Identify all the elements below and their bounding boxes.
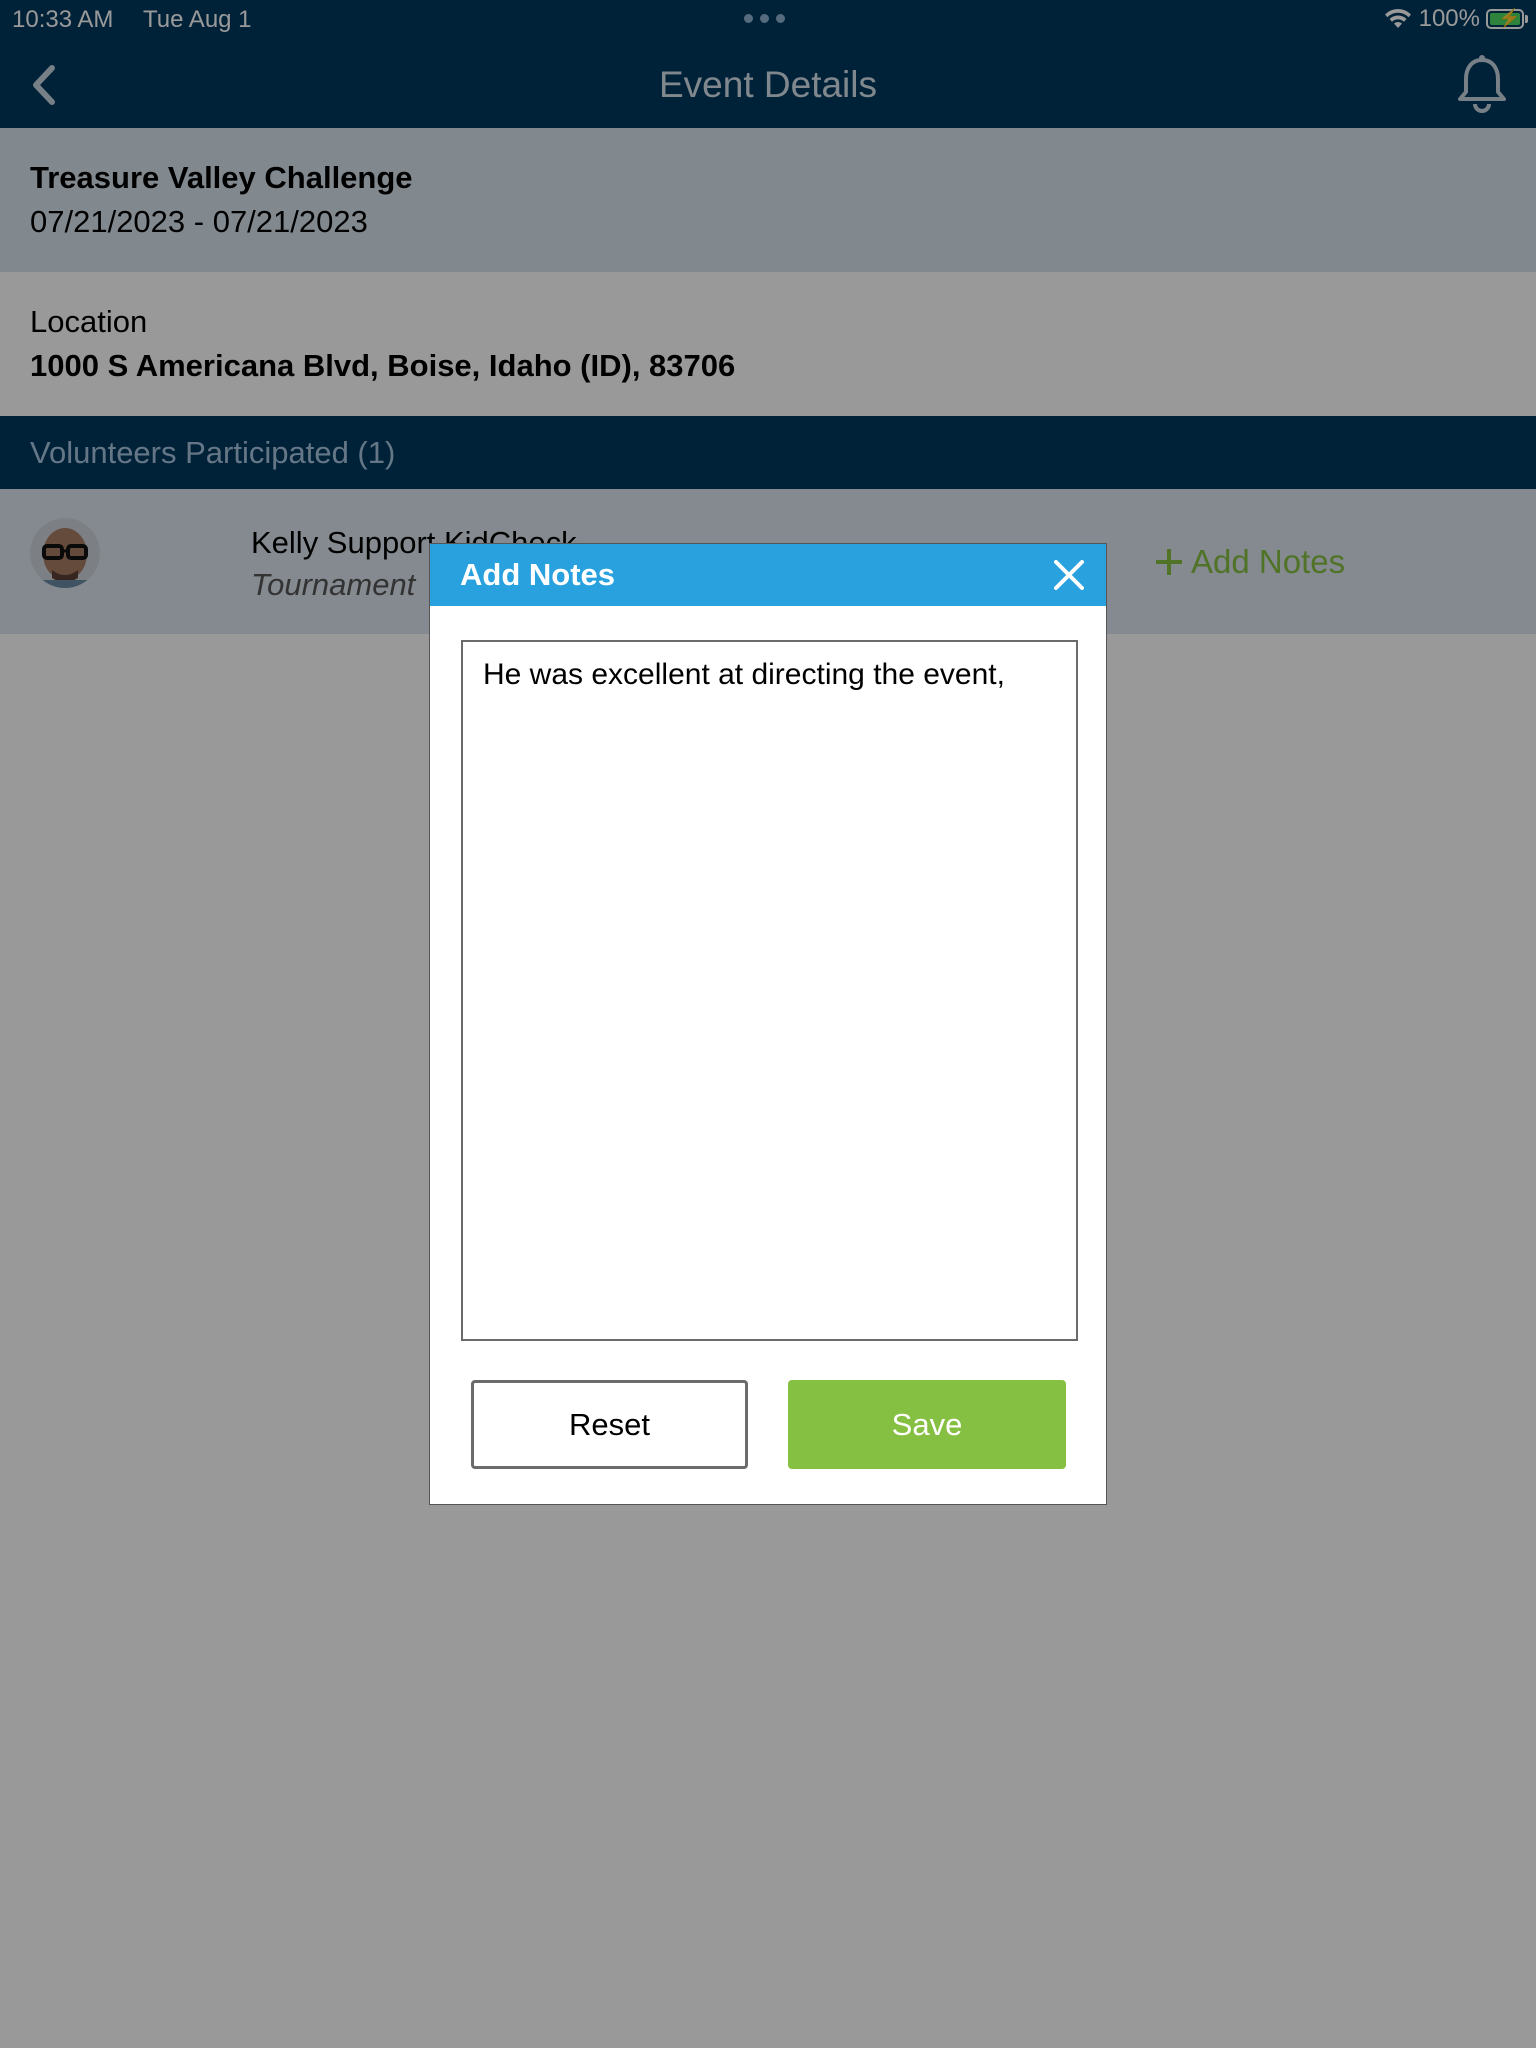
close-button[interactable] (1050, 556, 1088, 594)
reset-button[interactable]: Reset (471, 1380, 748, 1469)
dialog-header: Add Notes (430, 544, 1106, 606)
notes-textarea[interactable] (461, 640, 1078, 1341)
close-icon (1054, 560, 1084, 590)
save-button[interactable]: Save (788, 1380, 1066, 1469)
dialog-title: Add Notes (460, 557, 615, 592)
add-notes-dialog: Add Notes Reset Save (429, 543, 1107, 1505)
